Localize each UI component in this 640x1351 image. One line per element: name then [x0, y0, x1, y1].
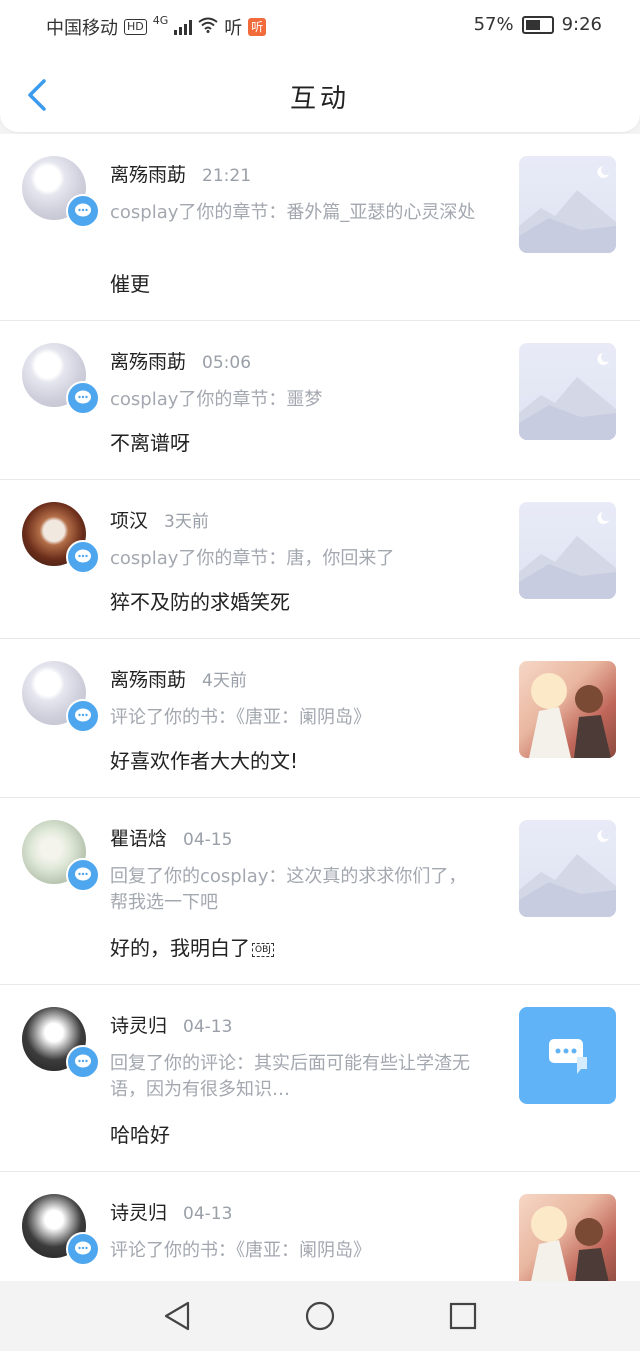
- book-cover-thumbnail[interactable]: [519, 1194, 616, 1281]
- placeholder-image-thumbnail[interactable]: [519, 502, 616, 599]
- ting-label: 听: [224, 18, 243, 39]
- activity-description: 回复了你的cosplay：这次真的求求你们了，帮我选一下吧: [110, 866, 467, 913]
- user-name[interactable]: 诗灵归 04-13: [110, 1011, 232, 1038]
- user-name[interactable]: 诗灵归 04-13: [110, 1198, 232, 1225]
- list-item[interactable]: 离殇雨莇 05:06 cosplay了你的章节：噩梦 不离谱呀: [0, 321, 640, 480]
- chat-thumbnail[interactable]: [519, 1007, 616, 1104]
- user-name[interactable]: 离殇雨莇 4天前: [110, 665, 247, 692]
- circle-home-icon: [305, 1301, 335, 1331]
- status-right: 57% 9:26: [474, 14, 602, 35]
- activity-description: 评论了你的书：《唐亚：阑阴岛》: [110, 707, 371, 728]
- system-nav-bar: [0, 1281, 640, 1351]
- message-content: 催更: [110, 272, 150, 296]
- message-badge-icon: [66, 1232, 100, 1266]
- list-item[interactable]: 离殇雨莇 4天前 评论了你的书：《唐亚：阑阴岛》 好喜欢作者大大的文!: [0, 639, 640, 798]
- message-content: 猝不及防的求婚笑死: [110, 590, 290, 614]
- timestamp: 3天前: [164, 512, 209, 532]
- book-cover-thumbnail[interactable]: [519, 661, 616, 758]
- message-content: 好的，我明白了 OBJ: [110, 932, 274, 961]
- placeholder-image-thumbnail[interactable]: [519, 343, 616, 440]
- status-left: 中国移动 HD 4G 听 听: [46, 14, 267, 40]
- square-recents-icon: [449, 1302, 477, 1330]
- activity-description: 评论了你的书：《唐亚：阑阴岛》: [110, 1240, 371, 1261]
- triangle-back-icon: [164, 1301, 190, 1331]
- nav-back-button[interactable]: [160, 1299, 194, 1333]
- user-name[interactable]: 项汉 3天前: [110, 506, 209, 533]
- app-header: 互动: [0, 52, 640, 132]
- clock: 9:26: [561, 14, 602, 35]
- user-name[interactable]: 离殇雨莇 05:06: [110, 347, 251, 374]
- message-content: 不离谱呀: [110, 431, 190, 455]
- placeholder-image-thumbnail[interactable]: [519, 156, 616, 253]
- interaction-list[interactable]: 离殇雨莇 21:21 cosplay了你的章节：番外篇_亚瑟的心灵深处 催更 离殇…: [0, 134, 640, 1281]
- timestamp: 04-13: [183, 1204, 233, 1224]
- object-placeholder-glyph: OBJ: [252, 942, 274, 957]
- message-badge-icon: [66, 858, 100, 892]
- message-content: 哈哈好: [110, 1123, 170, 1147]
- list-item[interactable]: 诗灵归 04-13 评论了你的书：《唐亚：阑阴岛》: [0, 1172, 640, 1281]
- timestamp: 4天前: [202, 671, 247, 691]
- chat-bubble-icon: [549, 1039, 587, 1074]
- timestamp: 04-13: [183, 1017, 233, 1037]
- activity-description: cosplay了你的章节：唐，你回来了: [110, 548, 395, 569]
- list-item[interactable]: 瞿语焓 04-15 回复了你的cosplay：这次真的求求你们了，帮我选一下吧 好…: [0, 798, 640, 985]
- list-item[interactable]: 项汉 3天前 cosplay了你的章节：唐，你回来了 猝不及防的求婚笑死: [0, 480, 640, 639]
- message-badge-icon: [66, 1045, 100, 1079]
- message-badge-icon: [66, 194, 100, 228]
- message-badge-icon: [66, 699, 100, 733]
- battery-percent: 57%: [473, 14, 514, 35]
- ting-app-badge: 听: [248, 18, 267, 36]
- status-bar: 中国移动 HD 4G 听 听 57% 9:26: [0, 0, 640, 52]
- page-title: 互动: [289, 84, 350, 114]
- list-item[interactable]: 诗灵归 04-13 回复了你的评论：其实后面可能有些让学渣无语，因为有很多知识… …: [0, 985, 640, 1172]
- nav-home-button[interactable]: [303, 1299, 337, 1333]
- message-badge-icon: [66, 540, 100, 574]
- carrier-label: 中国移动: [46, 18, 118, 39]
- network-label: 4G: [152, 14, 169, 27]
- nav-recents-button[interactable]: [446, 1299, 480, 1333]
- activity-description: cosplay了你的章节：番外篇_亚瑟的心灵深处: [110, 202, 476, 223]
- message-content: 好喜欢作者大大的文!: [110, 749, 299, 773]
- timestamp: 04-15: [183, 830, 233, 850]
- signal-icon: [174, 19, 193, 35]
- activity-description: cosplay了你的章节：噩梦: [110, 389, 323, 410]
- user-name[interactable]: 瞿语焓 04-15: [110, 824, 232, 851]
- timestamp: 21:21: [202, 166, 252, 186]
- activity-description: 回复了你的评论：其实后面可能有些让学渣无语，因为有很多知识…: [110, 1053, 470, 1100]
- battery-icon: [521, 15, 554, 34]
- message-badge-icon: [66, 381, 100, 415]
- wifi-icon: [198, 17, 218, 38]
- timestamp: 05:06: [202, 353, 252, 373]
- hd-badge: HD: [124, 19, 147, 35]
- placeholder-image-thumbnail[interactable]: [519, 820, 616, 917]
- user-name[interactable]: 离殇雨莇 21:21: [110, 160, 251, 187]
- list-item[interactable]: 离殇雨莇 21:21 cosplay了你的章节：番外篇_亚瑟的心灵深处 催更: [0, 134, 640, 321]
